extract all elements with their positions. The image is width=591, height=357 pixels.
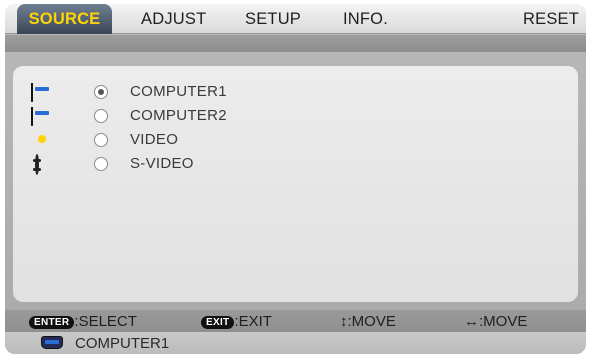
tab-info[interactable]: INFO. (343, 4, 388, 34)
source-label: COMPUTER1 (130, 83, 227, 100)
vga-connector-icon (31, 107, 51, 126)
source-radio-s-video[interactable] (94, 157, 108, 171)
current-source-label: COMPUTER1 (75, 335, 170, 352)
leftright-move-hint: ↔:MOVE (464, 313, 527, 330)
up-down-arrow-icon: ↕ (340, 313, 348, 330)
exit-key-icon: EXIT (201, 316, 235, 329)
source-item-video[interactable]: VIDEO (13, 128, 313, 152)
updown-action-label: :MOVE (347, 313, 396, 330)
source-label: S-VIDEO (130, 155, 194, 172)
updown-move-hint: ↕:MOVE (340, 313, 396, 330)
submenu-bar (5, 35, 586, 52)
exit-action-label: :EXIT (234, 313, 272, 330)
rca-video-icon (31, 132, 51, 146)
enter-key-icon: ENTER (29, 316, 75, 329)
source-radio-video[interactable] (94, 133, 108, 147)
source-radio-computer2[interactable] (94, 109, 108, 123)
source-list-panel: COMPUTER1 COMPUTER2 VIDEO S-VIDEO (13, 66, 578, 302)
s-video-icon (31, 154, 51, 175)
tab-reset[interactable]: RESET (523, 4, 579, 34)
source-label: VIDEO (130, 131, 179, 148)
vga-connector-icon (41, 336, 63, 349)
key-guide-bar: ENTER:SELECT EXIT:EXIT ↕:MOVE ↔:MOVE (5, 310, 586, 332)
vga-connector-icon (31, 83, 51, 102)
menu-tab-bar: SOURCE ADJUST SETUP INFO. RESET (5, 4, 586, 34)
source-label: COMPUTER2 (130, 107, 227, 124)
source-item-computer1[interactable]: COMPUTER1 (13, 80, 313, 104)
enter-select-hint: ENTER:SELECT (29, 313, 137, 330)
exit-hint: EXIT:EXIT (201, 313, 272, 330)
tab-setup[interactable]: SETUP (245, 4, 301, 34)
leftright-action-label: :MOVE (479, 313, 528, 330)
source-radio-computer1[interactable] (94, 85, 108, 99)
tab-adjust[interactable]: ADJUST (141, 4, 206, 34)
tab-source[interactable]: SOURCE (17, 4, 112, 34)
current-source-status: COMPUTER1 (5, 332, 586, 354)
left-right-arrow-icon: ↔ (464, 313, 479, 330)
enter-action-label: :SELECT (74, 313, 137, 330)
source-item-computer2[interactable]: COMPUTER2 (13, 104, 313, 128)
source-item-s-video[interactable]: S-VIDEO (13, 152, 313, 176)
osd-menu: SOURCE ADJUST SETUP INFO. RESET COMPUTER… (5, 4, 586, 354)
